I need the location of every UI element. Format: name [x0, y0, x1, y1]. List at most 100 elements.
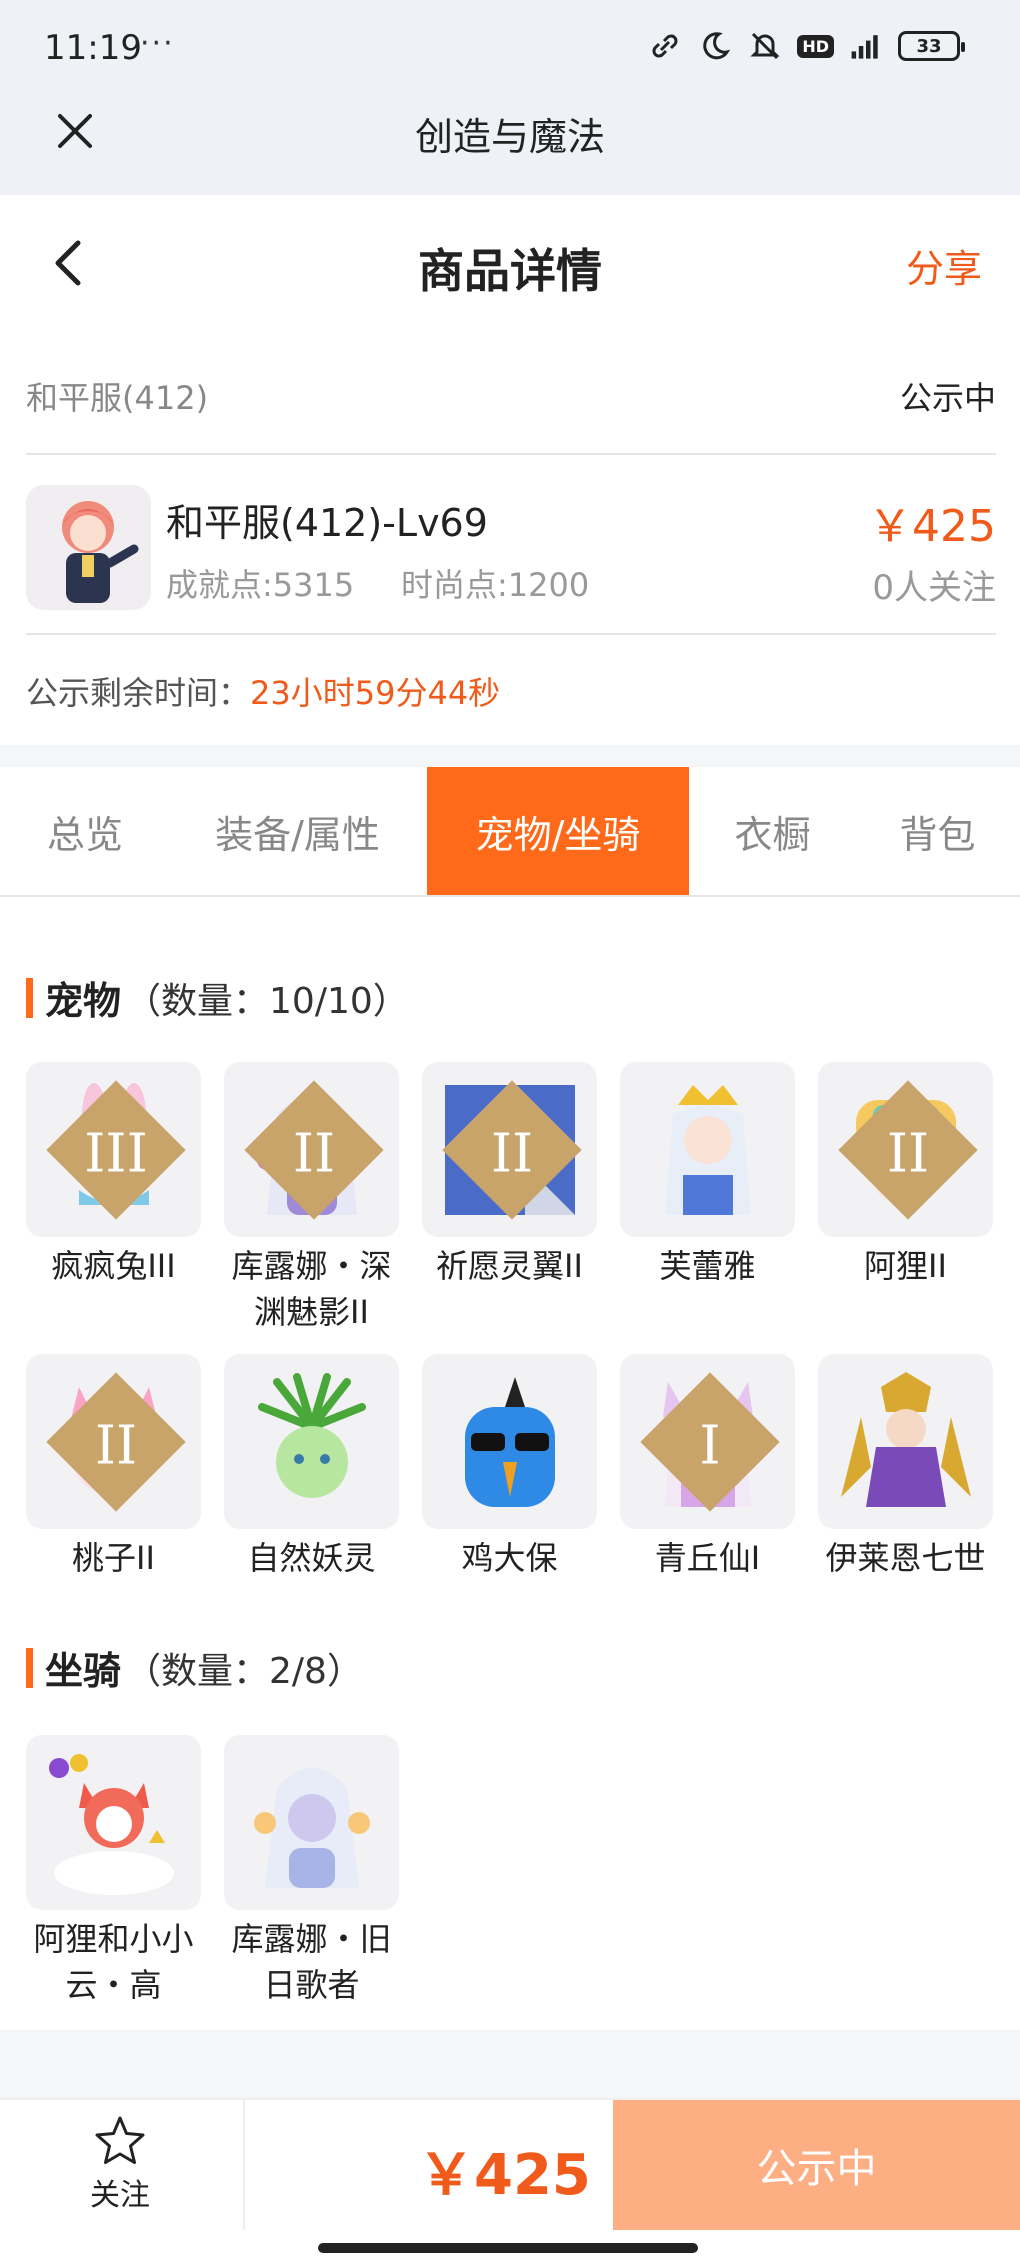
rank-badge-icon: II [244, 1080, 384, 1220]
pet-item[interactable]: 伊莱恩七世 [818, 1354, 993, 1581]
top-area: 11:19 ··· HD 33 创造与魔法 [0, 0, 1020, 195]
character-avatar [26, 485, 151, 610]
svg-text:I: I [699, 1413, 720, 1476]
star-icon [95, 2116, 145, 2164]
pet-thumbnail: II [818, 1062, 993, 1237]
bottom-spacer [0, 2030, 1020, 2100]
home-indicator [318, 2243, 698, 2253]
countdown-label: 公示剩余时间： [26, 674, 251, 712]
pet-thumbnail [422, 1354, 597, 1529]
status-time: 11:19 [44, 28, 142, 68]
pet-name: 芙蕾雅 [659, 1247, 756, 1285]
pet-thumbnail [818, 1354, 993, 1529]
tab-wardrobe[interactable]: 衣橱 [700, 767, 845, 895]
rank-badge-icon: II [442, 1080, 582, 1220]
product-name: 和平服(412)-Lv69 [166, 501, 488, 545]
svg-text:II: II [95, 1413, 137, 1476]
server-name: 和平服(412) [26, 379, 209, 417]
tab-equipment[interactable]: 装备/属性 [180, 767, 415, 895]
achievement-points: 成就点:5315 [166, 566, 355, 604]
share-button[interactable]: 分享 [906, 238, 982, 293]
rank-badge-icon: I [640, 1372, 780, 1512]
pet-thumbnail [224, 1354, 399, 1529]
pet-item[interactable]: II 祈愿灵翼II [422, 1062, 597, 1289]
tab-pets-mounts[interactable]: 宠物/坐骑 [427, 767, 689, 895]
status-bar: 11:19 ··· HD 33 [0, 0, 1020, 100]
pet-name: 青丘仙I [654, 1539, 761, 1577]
pet-name: 祈愿灵翼II [436, 1247, 583, 1285]
rank-badge-icon: II [46, 1372, 186, 1512]
bell-off-icon [747, 28, 783, 64]
pet-thumbnail: II [26, 1354, 201, 1529]
rank-badge-icon: III [46, 1080, 186, 1220]
pet-item[interactable]: 自然妖灵 [224, 1354, 399, 1581]
svg-text:II: II [491, 1121, 533, 1184]
product-price: ￥425 [868, 501, 996, 552]
tab-bar: 总览 装备/属性 宠物/坐骑 衣橱 背包 [0, 767, 1020, 897]
tab-overview[interactable]: 总览 [0, 767, 170, 895]
mount-thumbnail [26, 1735, 201, 1910]
mount-name: 阿狸和小小云・高 [33, 1920, 194, 2004]
pet-item[interactable]: II 库露娜・深渊魅影II [224, 1062, 399, 1335]
svg-text:III: III [84, 1121, 147, 1184]
page-title: 商品详情 [418, 244, 602, 298]
listing-status: 公示中 [899, 379, 996, 417]
fashion-points: 时尚点:1200 [401, 566, 590, 604]
link-icon [647, 28, 683, 64]
pet-name: 库露娜・深渊魅影II [231, 1247, 392, 1331]
status-icons: HD 33 [647, 28, 965, 64]
mounts-count: （数量：2/8） [125, 1650, 363, 1692]
pet-thumbnail: III [26, 1062, 201, 1237]
pet-name: 自然妖灵 [247, 1539, 376, 1577]
mount-item[interactable]: 库露娜・旧日歌者 [224, 1735, 399, 2008]
hd-badge: HD [797, 34, 834, 58]
svg-text:II: II [887, 1121, 929, 1184]
app-title: 创造与魔法 [414, 115, 605, 159]
pet-name: 疯疯兔III [51, 1247, 176, 1285]
battery-icon: 33 [898, 31, 965, 61]
pets-count: （数量：10/10） [125, 980, 409, 1022]
server-row: 和平服(412) 公示中 [26, 355, 996, 455]
follow-label: 关注 [90, 2178, 150, 2213]
mount-thumbnail [224, 1735, 399, 1910]
pet-name: 桃子II [72, 1539, 155, 1577]
page-header: 商品详情 分享 [0, 195, 1020, 330]
mounts-title: 坐骑 [45, 1649, 122, 1693]
follower-count: 0人关注 [872, 568, 996, 608]
follow-button[interactable]: 关注 [50, 2114, 190, 2224]
product-summary[interactable]: 和平服(412)-Lv69 成就点:5315 时尚点:1200 ￥425 0人关… [26, 480, 996, 635]
pet-thumbnail: I [620, 1354, 795, 1529]
pet-thumbnail: II [224, 1062, 399, 1237]
pet-item[interactable]: I 青丘仙I [620, 1354, 795, 1581]
bottom-price: ￥425 [418, 2143, 591, 2208]
pet-thumbnail [620, 1062, 795, 1237]
rank-badge-icon: II [838, 1080, 978, 1220]
status-dots: ··· [140, 26, 175, 61]
pets-section-header: 宠物 （数量：10/10） [26, 970, 409, 1025]
pets-title: 宠物 [45, 979, 122, 1023]
pet-item[interactable]: II 桃子II [26, 1354, 201, 1581]
section-separator [0, 745, 1020, 767]
pet-name: 伊莱恩七世 [825, 1539, 986, 1577]
countdown-row: 公示剩余时间：23小时59分44秒 [26, 668, 500, 714]
pet-item[interactable]: 鸡大保 [422, 1354, 597, 1581]
signal-icon [848, 28, 884, 64]
status-button[interactable]: 公示中 [613, 2100, 1020, 2230]
pet-item[interactable]: 芙蕾雅 [620, 1062, 795, 1289]
app-header: 创造与魔法 [0, 100, 1020, 195]
mounts-section-header: 坐骑 （数量：2/8） [26, 1640, 363, 1695]
bar-divider [243, 2100, 245, 2230]
svg-text:II: II [293, 1121, 335, 1184]
pet-thumbnail: II [422, 1062, 597, 1237]
pet-name: 鸡大保 [461, 1539, 558, 1577]
mount-name: 库露娜・旧日歌者 [231, 1920, 392, 2004]
tab-backpack[interactable]: 背包 [860, 767, 1015, 895]
bottom-action-bar: 关注 ￥425 公示中 [0, 2098, 1020, 2230]
section-accent-bar [26, 1647, 33, 1688]
pet-item[interactable]: III 疯疯兔III [26, 1062, 201, 1289]
pet-item[interactable]: II 阿狸II [818, 1062, 993, 1289]
countdown-value: 23小时59分44秒 [250, 674, 501, 712]
mount-item[interactable]: 阿狸和小小云・高 [26, 1735, 201, 2008]
pet-name: 阿狸II [864, 1247, 947, 1285]
moon-icon [697, 28, 733, 64]
